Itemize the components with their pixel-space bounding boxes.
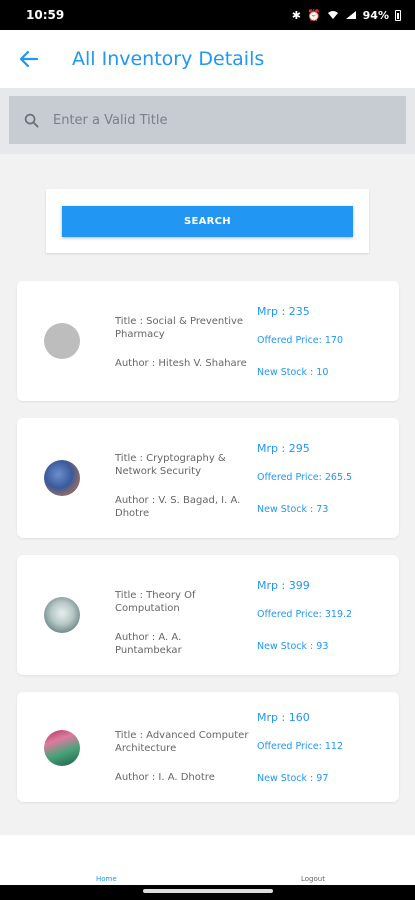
bottom-navigation: Home Logout bbox=[0, 835, 415, 885]
book-thumbnail bbox=[44, 323, 80, 359]
page-title: All Inventory Details bbox=[72, 48, 265, 70]
book-thumbnail bbox=[44, 597, 80, 633]
book-card[interactable]: Title : Social & Preventive Pharmacy Aut… bbox=[17, 281, 399, 401]
book-offered-price: Offered Price: 170 bbox=[257, 335, 343, 346]
wifi-icon bbox=[327, 11, 338, 19]
book-info: Title : Social & Preventive Pharmacy Aut… bbox=[115, 315, 250, 370]
gesture-handle[interactable] bbox=[143, 889, 273, 893]
book-card[interactable]: Title : Advanced Computer Architecture A… bbox=[17, 692, 399, 802]
book-mrp: Mrp : 295 bbox=[257, 442, 310, 455]
book-pricing: Mrp : 235 Offered Price: 170 New Stock :… bbox=[257, 305, 343, 378]
signal-icon bbox=[345, 11, 356, 19]
search-section bbox=[0, 88, 415, 154]
book-offered-price: Offered Price: 319.2 bbox=[257, 609, 353, 620]
back-button[interactable] bbox=[0, 30, 58, 88]
book-offered-price: Offered Price: 112 bbox=[257, 741, 343, 752]
book-title: Title : Cryptography & Network Security bbox=[115, 453, 226, 477]
book-info: Title : Advanced Computer Architecture A… bbox=[115, 729, 250, 784]
book-new-stock: New Stock : 97 bbox=[257, 773, 329, 784]
search-card: SEARCH bbox=[46, 189, 369, 253]
nav-home[interactable]: Home bbox=[96, 875, 117, 883]
book-mrp: Mrp : 399 bbox=[257, 579, 310, 592]
search-input[interactable] bbox=[53, 112, 373, 128]
book-card[interactable]: Title : Cryptography & Network Security … bbox=[17, 418, 399, 538]
book-new-stock: New Stock : 10 bbox=[257, 367, 329, 378]
status-time: 10:59 bbox=[26, 8, 65, 22]
book-pricing: Mrp : 295 Offered Price: 265.5 New Stock… bbox=[257, 442, 352, 515]
search-icon bbox=[9, 113, 53, 128]
book-title: Title : Advanced Computer Architecture bbox=[115, 730, 249, 754]
search-bar[interactable] bbox=[9, 96, 406, 144]
status-bar: 10:59 ✱ ⏰ 94% bbox=[0, 0, 415, 30]
book-thumbnail bbox=[44, 730, 80, 766]
book-info: Title : Theory Of Computation Author : A… bbox=[115, 589, 250, 657]
book-mrp: Mrp : 235 bbox=[257, 305, 310, 318]
bluetooth-icon: ✱ bbox=[291, 8, 301, 22]
nav-logout[interactable]: Logout bbox=[301, 875, 325, 883]
book-card[interactable]: Title : Theory Of Computation Author : A… bbox=[17, 555, 399, 675]
book-author: Author : A. A. Puntambekar bbox=[115, 632, 182, 656]
book-new-stock: New Stock : 93 bbox=[257, 641, 329, 652]
book-offered-price: Offered Price: 265.5 bbox=[257, 472, 353, 483]
book-author: Author : V. S. Bagad, I. A. Dhotre bbox=[115, 495, 241, 519]
system-gesture-bar bbox=[0, 885, 415, 900]
battery-icon bbox=[395, 9, 401, 21]
alarm-icon: ⏰ bbox=[306, 8, 321, 22]
battery-percent: 94% bbox=[362, 8, 389, 22]
book-new-stock: New Stock : 73 bbox=[257, 504, 329, 515]
book-title: Title : Theory Of Computation bbox=[115, 590, 196, 614]
arrow-left-icon bbox=[19, 50, 39, 68]
book-title: Title : Social & Preventive Pharmacy bbox=[115, 316, 244, 340]
status-icons: ✱ ⏰ 94% bbox=[292, 9, 401, 22]
book-mrp: Mrp : 160 bbox=[257, 711, 310, 724]
book-pricing: Mrp : 160 Offered Price: 112 New Stock :… bbox=[257, 711, 343, 784]
book-author: Author : Hitesh V. Shahare bbox=[115, 358, 247, 369]
book-pricing: Mrp : 399 Offered Price: 319.2 New Stock… bbox=[257, 579, 352, 652]
app-bar: All Inventory Details bbox=[0, 30, 415, 88]
book-author: Author : I. A. Dhotre bbox=[115, 772, 215, 783]
book-thumbnail bbox=[44, 460, 80, 496]
book-info: Title : Cryptography & Network Security … bbox=[115, 452, 250, 520]
search-button[interactable]: SEARCH bbox=[62, 206, 353, 237]
